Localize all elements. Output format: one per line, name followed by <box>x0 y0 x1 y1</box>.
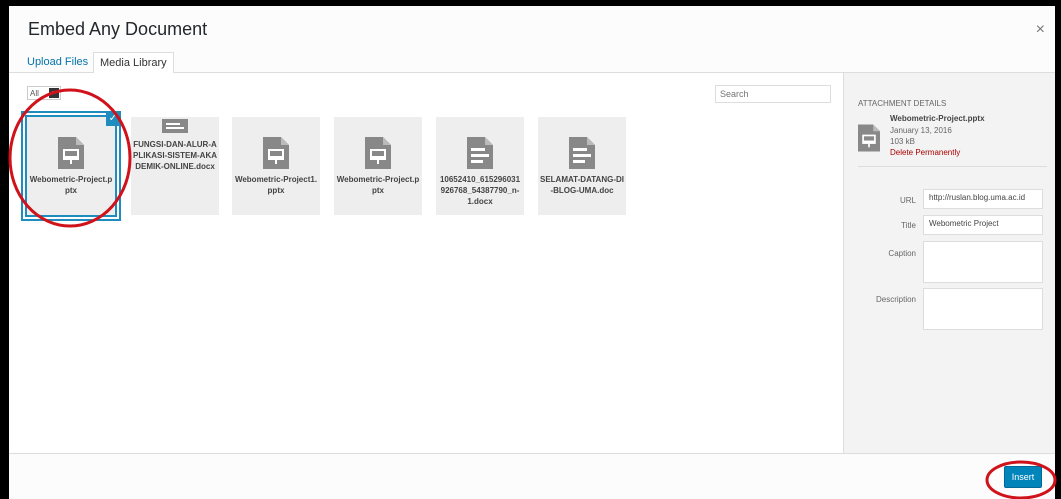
divider <box>858 166 1047 167</box>
media-item-webometric-project1-pptx[interactable]: Webometric-Project1.pptx <box>232 117 320 215</box>
document-file-icon <box>162 119 188 133</box>
document-file-icon <box>569 137 595 169</box>
presentation-file-icon <box>263 137 289 169</box>
tab-upload-files[interactable]: Upload Files <box>21 52 94 72</box>
checkmark-icon[interactable]: ✓ <box>106 112 120 126</box>
media-item-name: 10652410_615296031926768_54387790_n-1.do… <box>439 175 521 206</box>
media-type-filter[interactable]: All ▾ <box>27 86 61 100</box>
media-item-selamat-datang-doc[interactable]: SELAMAT-DATANG-DI-BLOG-UMA.doc <box>538 117 626 215</box>
insert-button[interactable]: Insert <box>1004 466 1042 488</box>
media-grid-area: All ▾ Webometric-Project.pptx ✓ FUNGSI-D… <box>9 73 843 454</box>
media-item-10652410-docx[interactable]: 10652410_615296031926768_54387790_n-1.do… <box>436 117 524 215</box>
modal-title: Embed Any Document <box>28 19 208 39</box>
title-field[interactable]: Webometric Project <box>923 215 1043 235</box>
presentation-file-icon <box>858 124 880 152</box>
url-label: URL <box>899 196 916 205</box>
caption-label: Caption <box>888 249 916 258</box>
filter-value: All <box>30 89 39 98</box>
chevron-down-icon: ▾ <box>49 88 59 98</box>
modal-header: Embed Any Document × <box>9 6 1055 50</box>
media-item-webometric-project-pptx-2[interactable]: Webometric-Project.pptx <box>334 117 422 215</box>
media-item-name: Webometric-Project.pptx <box>29 175 113 195</box>
close-icon[interactable]: × <box>1036 21 1045 39</box>
title-label: Title <box>901 221 916 230</box>
attachment-filename: Webometric-Project.pptx <box>890 114 985 123</box>
search-input[interactable] <box>715 85 831 103</box>
presentation-file-icon <box>365 137 391 169</box>
media-item-name: SELAMAT-DATANG-DI-BLOG-UMA.doc <box>540 175 624 195</box>
description-label: Description <box>875 295 916 304</box>
delete-permanently-link[interactable]: Delete Permanently <box>890 148 960 157</box>
attachment-details-panel: ATTACHMENT DETAILS Webometric-Project.pp… <box>843 73 1055 454</box>
media-item-fungsi-docx[interactable]: FUNGSI-DAN-ALUR-APLIKASI-SISTEM-AKADEMIK… <box>131 117 219 215</box>
description-field[interactable] <box>923 288 1043 330</box>
document-file-icon <box>467 137 493 169</box>
attachment-size: 103 kB <box>890 137 915 146</box>
media-item-name: Webometric-Project.pptx <box>336 175 420 195</box>
attachment-date: January 13, 2016 <box>890 126 952 135</box>
caption-field[interactable] <box>923 241 1043 283</box>
tab-media-library[interactable]: Media Library <box>93 52 174 74</box>
media-item-name: FUNGSI-DAN-ALUR-APLIKASI-SISTEM-AKADEMIK… <box>133 140 217 171</box>
attachment-details-heading: ATTACHMENT DETAILS <box>858 99 947 108</box>
media-item-webometric-project-pptx[interactable]: Webometric-Project.pptx <box>25 115 117 217</box>
media-item-name: Webometric-Project1.pptx <box>234 175 318 195</box>
modal-footer: Insert <box>9 453 1055 499</box>
url-field[interactable]: http://ruslan.blog.uma.ac.id <box>923 189 1043 209</box>
tab-bar: Upload Files Media Library <box>9 50 1055 74</box>
presentation-file-icon <box>58 137 84 169</box>
embed-document-modal: Embed Any Document × Upload Files Media … <box>9 6 1055 499</box>
